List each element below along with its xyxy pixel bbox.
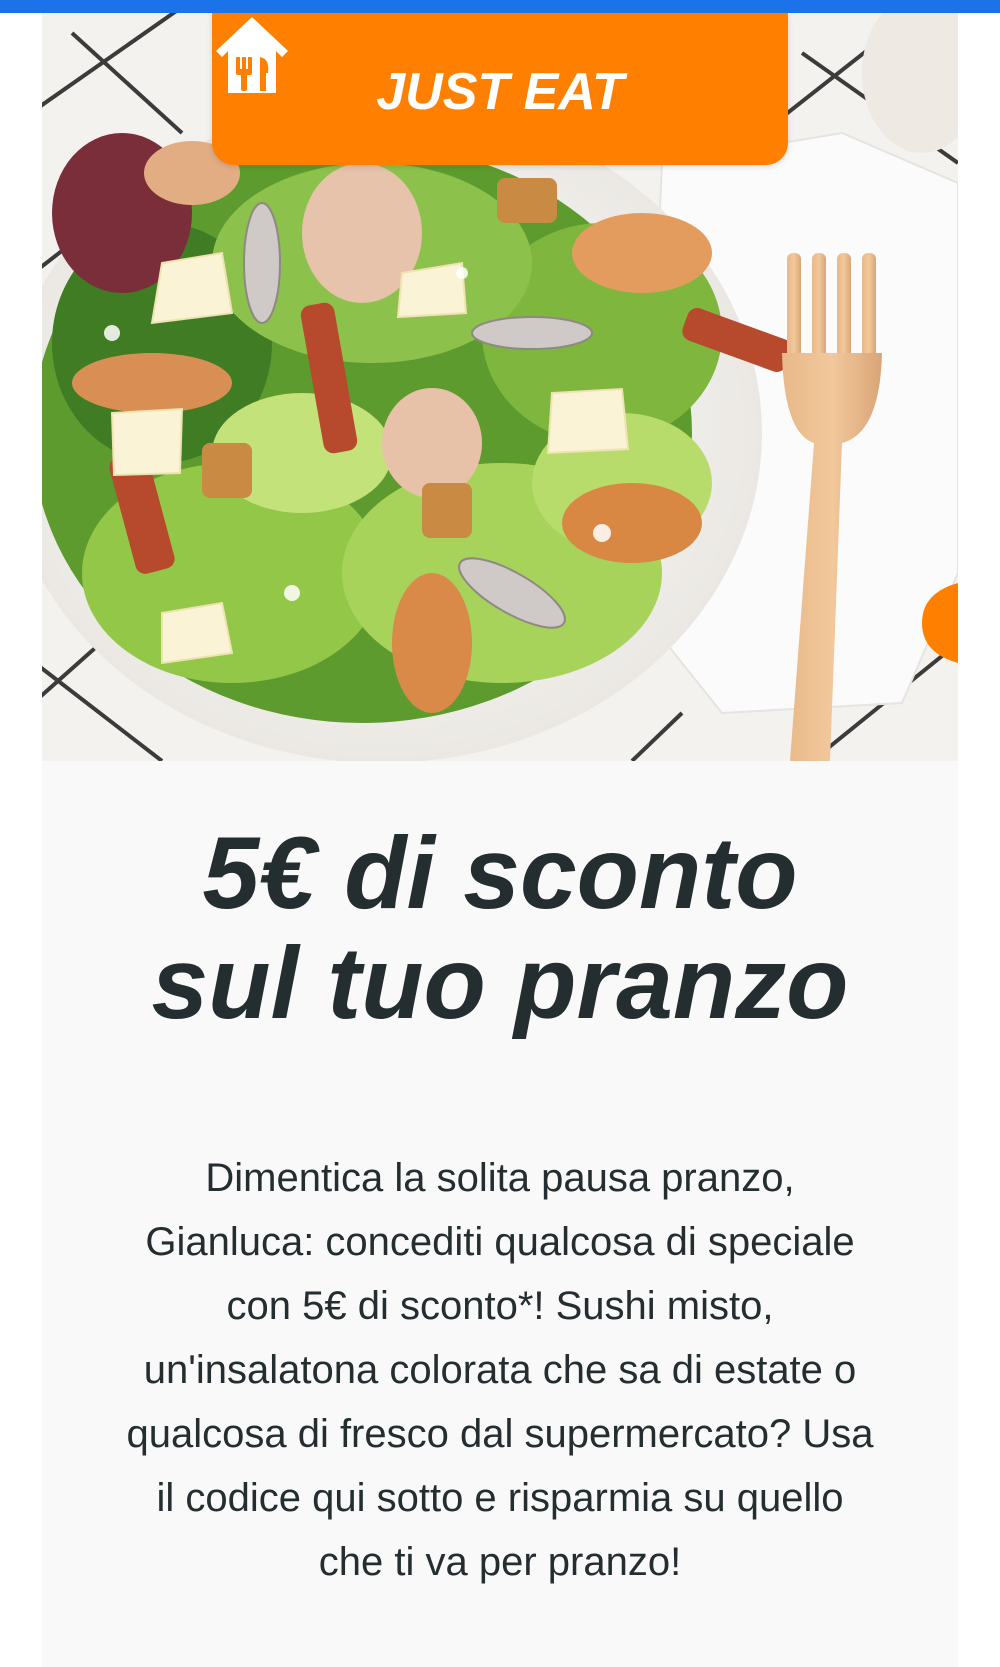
offer-body-text: Dimentica la solita pausa pranzo, Gianlu… [126, 1156, 874, 1584]
just-eat-logo-badge[interactable]: JUST EAT [212, 13, 788, 165]
email-card: JUST EAT 5€ di sconto sul tuo pranzo Dim… [42, 13, 958, 1667]
offer-headline: 5€ di sconto sul tuo pranzo [42, 818, 958, 1038]
house-cutlery-icon [216, 17, 288, 93]
hero-image: JUST EAT [42, 13, 958, 761]
brand-name: JUST EAT [376, 63, 624, 121]
headline-line-2: sul tuo pranzo [151, 926, 849, 1040]
headline-line-1: 5€ di sconto [202, 816, 798, 930]
browser-top-bar [0, 0, 1000, 13]
